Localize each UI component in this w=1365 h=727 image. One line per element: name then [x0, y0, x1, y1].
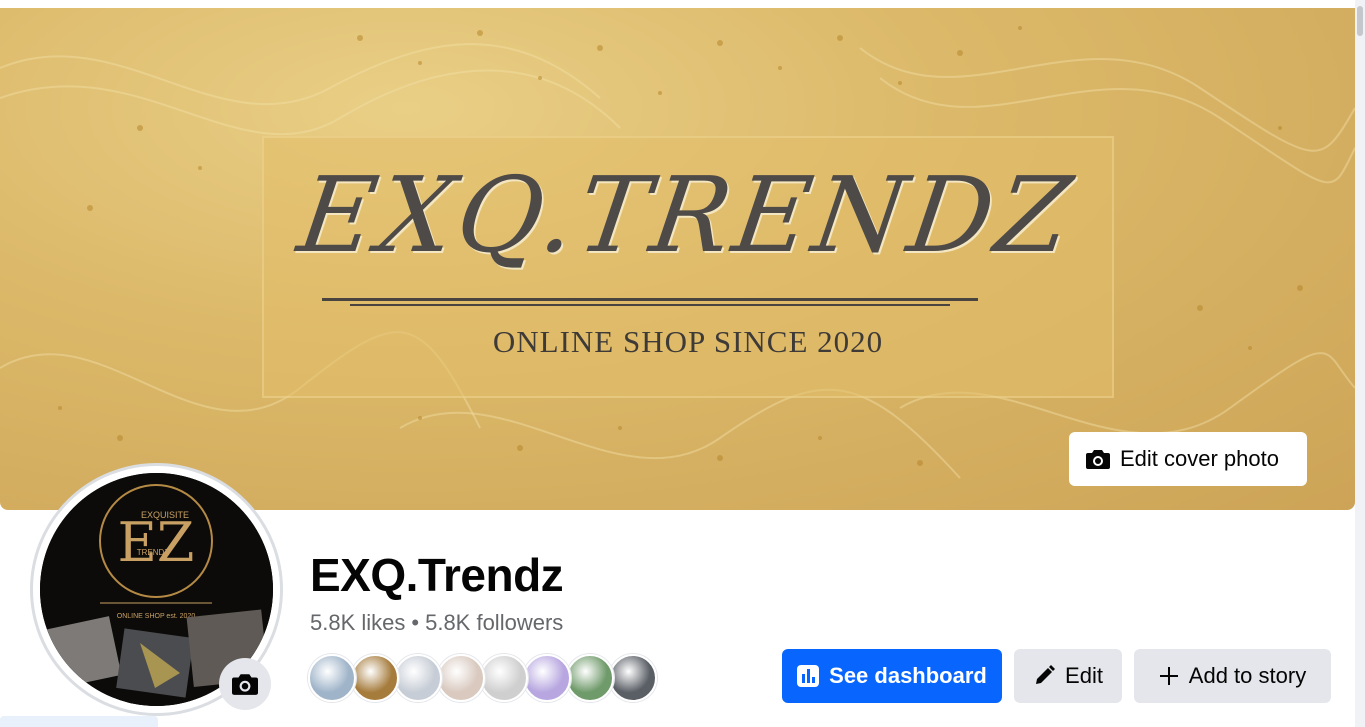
camera-icon — [1086, 450, 1110, 469]
dashboard-icon — [797, 665, 820, 687]
follower-avatar-8[interactable] — [609, 654, 657, 702]
edit-cover-photo-button[interactable]: Edit cover photo — [1069, 432, 1307, 486]
edit-button[interactable]: Edit — [1014, 649, 1122, 703]
avatar-caption: ONLINE SHOP est. 2020 — [117, 613, 196, 620]
follower-avatar-2[interactable] — [351, 654, 399, 702]
edit-label: Edit — [1065, 663, 1103, 688]
cover-tagline: ONLINE SHOP SINCE 2020 — [492, 324, 884, 359]
avatar-sub-text: TRENDZ — [137, 548, 170, 557]
page-stats: 5.8K likes • 5.8K followers — [310, 610, 563, 636]
follower-avatar-5[interactable] — [480, 654, 528, 702]
camera-icon — [232, 674, 258, 695]
update-profile-picture-button[interactable] — [219, 658, 271, 710]
plus-icon — [1159, 667, 1178, 685]
tab-indicator — [0, 716, 158, 727]
avatar-arc-text: EXQUISITE — [141, 510, 189, 520]
vertical-scrollbar[interactable] — [1355, 0, 1365, 727]
scrollbar-thumb[interactable] — [1357, 6, 1363, 36]
see-dashboard-label: See dashboard — [829, 663, 987, 688]
pencil-icon — [1036, 665, 1056, 684]
page-title: EXQ.Trendz — [310, 549, 564, 601]
cover-divider-secondary — [350, 304, 950, 306]
follower-avatar-1[interactable] — [308, 654, 356, 702]
stats-separator: • — [411, 610, 420, 635]
avatar-initials: EZ — [118, 511, 195, 574]
add-to-story-label: Add to story — [1188, 663, 1307, 688]
follower-avatar-4[interactable] — [437, 654, 485, 702]
follower-avatar-3[interactable] — [394, 654, 442, 702]
page-header: EXQ.TRENDZ ONLINE SHOP SINCE 2020 Edit c… — [0, 0, 1365, 727]
follower-avatar-6[interactable] — [523, 654, 571, 702]
followers-count[interactable]: 5.8K followers — [425, 610, 563, 635]
follower-avatar-7[interactable] — [566, 654, 614, 702]
likes-count[interactable]: 5.8K likes — [310, 610, 405, 635]
see-dashboard-button[interactable]: See dashboard — [782, 649, 1002, 703]
cover-divider — [322, 298, 978, 301]
add-to-story-button[interactable]: Add to story — [1134, 649, 1331, 703]
cover-brand-text: EXQ.TRENDZ — [291, 154, 1082, 276]
edit-cover-photo-label: Edit cover photo — [1120, 446, 1279, 471]
